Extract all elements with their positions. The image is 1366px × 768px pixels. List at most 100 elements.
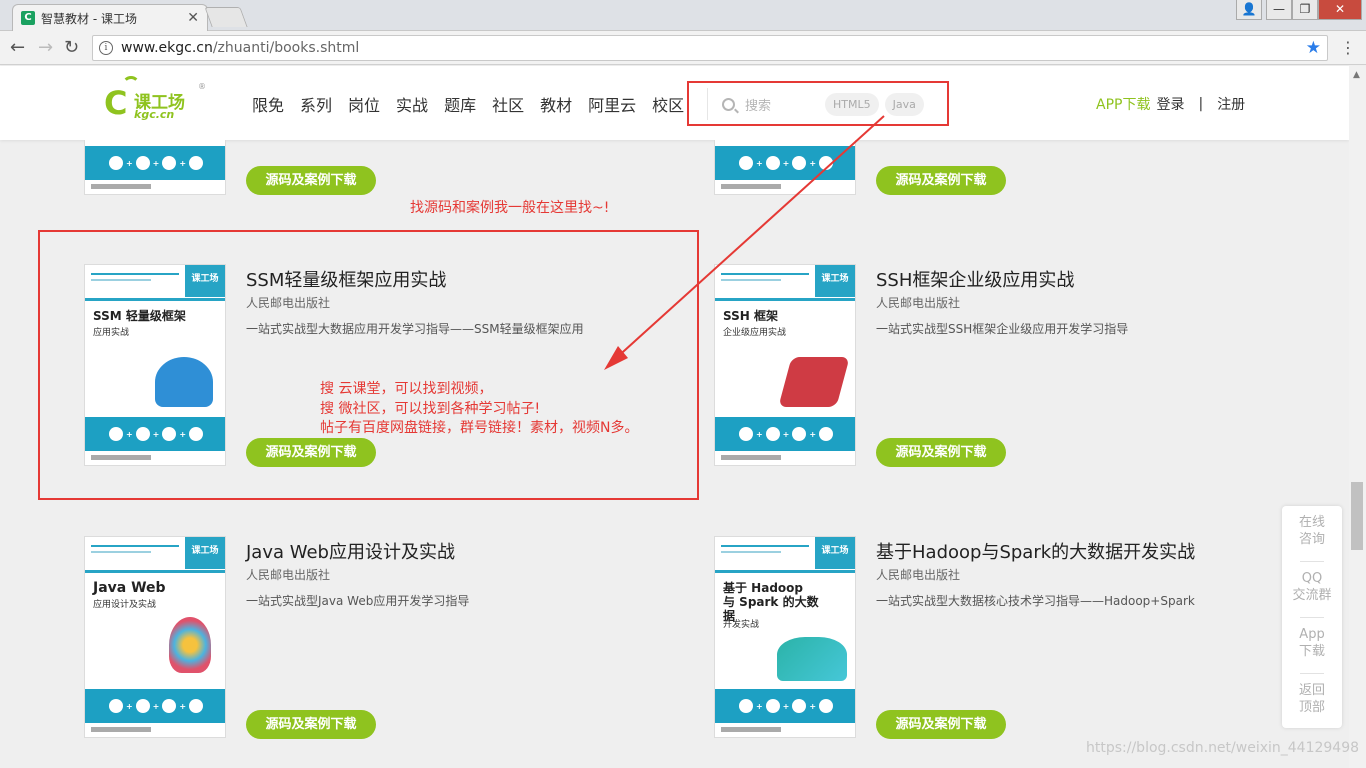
cover-badge: 课工场 (815, 537, 855, 569)
annotation-book-box (38, 230, 699, 500)
tab-close-icon[interactable]: ✕ (187, 10, 199, 26)
nav-item-free[interactable]: 限免 (252, 92, 284, 116)
download-button[interactable]: 源码及案例下载 (876, 166, 1006, 195)
book-title[interactable]: 基于Hadoop与Spark的大数据开发实战 (876, 538, 1195, 564)
app-download-button[interactable]: App 下载 (1282, 626, 1342, 660)
book-description: 一站式实战型大数据核心技术学习指导——Hadoop+Spark (876, 594, 1195, 608)
divider (1300, 617, 1324, 618)
site-logo[interactable]: C 课工场 kgc.cn ® (104, 76, 206, 122)
float-label: 下载 (1298, 644, 1325, 659)
bookmark-star-icon[interactable]: ★ (1306, 38, 1321, 58)
annotation-note-line-2: 搜 微社区，可以找到各种学习帖子! (320, 401, 541, 417)
logo-en: kgc.cn (134, 108, 175, 121)
book-cover[interactable]: 课工场 Java Web 应用设计及实战 + + + (84, 536, 226, 738)
book-title[interactable]: Java Web应用设计及实战 (246, 538, 455, 564)
book-publisher: 人民邮电出版社 (246, 568, 331, 582)
cover-band: + + + (715, 417, 855, 451)
lightbulb-icon (169, 617, 211, 673)
cover-title: SSH 框架 (723, 309, 778, 323)
reload-icon[interactable]: ↻ (64, 38, 79, 58)
scroll-up-icon[interactable]: ▲ (1353, 70, 1360, 80)
nav-item-question-bank[interactable]: 题库 (444, 92, 476, 116)
page-scrollbar[interactable] (1349, 66, 1366, 768)
book-cover-partial[interactable]: + + + (714, 140, 856, 195)
nav-item-aliyun[interactable]: 阿里云 (588, 92, 636, 116)
book-card-javaweb: 课工场 Java Web 应用设计及实战 + + + Java Web应用设计及实战… (84, 536, 704, 741)
register-link[interactable]: 注册 (1217, 94, 1245, 114)
cover-badge: 课工场 (185, 537, 225, 569)
cover-footer (721, 727, 781, 732)
watermark: https://blog.csdn.net/weixin_44129498 (1086, 740, 1360, 756)
nav-item-series[interactable]: 系列 (300, 92, 332, 116)
floating-service-bar: 在线 咨询 QQ 交流群 App 下载 返回 顶部 (1282, 506, 1342, 728)
cover-band: + + + (715, 146, 855, 180)
nav-item-positions[interactable]: 岗位 (348, 92, 380, 116)
url-host: www.ekgc.cn (121, 40, 213, 56)
download-button[interactable]: 源码及案例下载 (876, 438, 1006, 467)
nav-item-practice[interactable]: 实战 (396, 92, 428, 116)
float-label: 在线 (1298, 515, 1325, 530)
url-path: /zhuanti/books.shtml (212, 40, 360, 56)
book-description: 一站式实战型Java Web应用开发学习指导 (246, 594, 470, 608)
cover-band: + + + (715, 689, 855, 723)
book-title[interactable]: SSH框架企业级应用实战 (876, 266, 1074, 292)
cover-subtitle: 开发实战 (723, 620, 760, 630)
address-bar[interactable]: i www.ekgc.cn/zhuanti/books.shtml ★ (92, 35, 1328, 61)
download-button[interactable]: 源码及案例下载 (876, 710, 1006, 739)
browser-menu-icon[interactable]: ⋮ (1340, 39, 1356, 57)
cover-footer (91, 184, 151, 189)
cover-subtitle: 应用设计及实战 (93, 600, 157, 610)
download-button[interactable]: 源码及案例下载 (246, 166, 376, 195)
url-text[interactable]: www.ekgc.cn/zhuanti/books.shtml (121, 40, 1306, 56)
book-description: 一站式实战型SSH框架企业级应用开发学习指导 (876, 322, 1129, 336)
nav-item-textbooks[interactable]: 教材 (540, 92, 572, 116)
annotation-note-line-3: 帖子有百度网盘链接，群号链接！素材，视频N多。 (320, 420, 639, 436)
book-cover[interactable]: 课工场 SSH 框架 企业级应用实战 + + + (714, 264, 856, 466)
book-cover-partial[interactable]: + + + (84, 140, 226, 195)
main-nav: 限免 系列 岗位 实战 题库 社区 教材 阿里云 校区 (252, 92, 700, 116)
book-card-hadoop-spark: 课工场 基于 Hadoop 与 Spark 的大数据 开发实战 + + + 基于Ha… (714, 536, 1334, 741)
annotation-note-top: 找源码和案例我一般在这里找~! (410, 200, 610, 216)
database-icon (778, 357, 850, 407)
maximize-button[interactable]: ❐ (1292, 0, 1318, 20)
book-card-ssh: 课工场 SSH 框架 企业级应用实战 + + + SSH框架企业级应用实战 人民邮电… (714, 264, 1334, 469)
header-separator: | (1198, 96, 1204, 112)
back-icon[interactable]: ← (10, 38, 25, 58)
browser-tab[interactable]: C 智慧教材 - 课工场 ✕ (12, 4, 208, 31)
download-button[interactable]: 源码及案例下载 (246, 710, 376, 739)
float-label: 返回 (1298, 683, 1325, 698)
cover-band: + + + (85, 689, 225, 723)
minimize-button[interactable]: — (1266, 0, 1292, 20)
login-link[interactable]: 登录 (1156, 94, 1184, 114)
online-consult-button[interactable]: 在线 咨询 (1282, 514, 1342, 548)
cover-footer (721, 184, 781, 189)
new-tab-button[interactable] (204, 7, 248, 27)
nav-item-community[interactable]: 社区 (492, 92, 524, 116)
forward-icon[interactable]: → (38, 38, 53, 58)
nav-item-campus[interactable]: 校区 (652, 92, 684, 116)
book-cover[interactable]: 课工场 基于 Hadoop 与 Spark 的大数据 开发实战 + + + (714, 536, 856, 738)
cover-badge: 课工场 (815, 265, 855, 297)
app-download-link[interactable]: APP下载 (1096, 94, 1150, 114)
float-label: 顶部 (1298, 700, 1325, 715)
cover-title: Java Web (93, 580, 166, 596)
scrollbar-thumb[interactable] (1351, 482, 1363, 550)
logo-c-mark: C (104, 84, 128, 122)
cover-footer (721, 455, 781, 460)
divider (1300, 561, 1324, 562)
big-data-cloud-icon (777, 637, 847, 681)
profile-icon[interactable]: 👤 (1236, 0, 1262, 20)
header-account: APP下载 登录 | 注册 (1096, 94, 1245, 114)
info-icon[interactable]: i (99, 41, 113, 55)
cover-footer (91, 727, 151, 732)
qq-group-button[interactable]: QQ 交流群 (1282, 570, 1342, 604)
annotation-search-box (687, 81, 949, 126)
close-window-button[interactable]: ✕ (1318, 0, 1362, 20)
float-label: App (1299, 627, 1325, 642)
logo-registered-mark: ® (198, 82, 206, 91)
site-header: C 课工场 kgc.cn ® 限免 系列 岗位 实战 题库 社区 教材 阿里云 … (0, 66, 1349, 140)
book-publisher: 人民邮电出版社 (876, 568, 961, 582)
cover-subtitle: 企业级应用实战 (723, 328, 787, 338)
back-to-top-button[interactable]: 返回 顶部 (1282, 682, 1342, 716)
tab-title: 智慧教材 - 课工场 (41, 11, 137, 26)
